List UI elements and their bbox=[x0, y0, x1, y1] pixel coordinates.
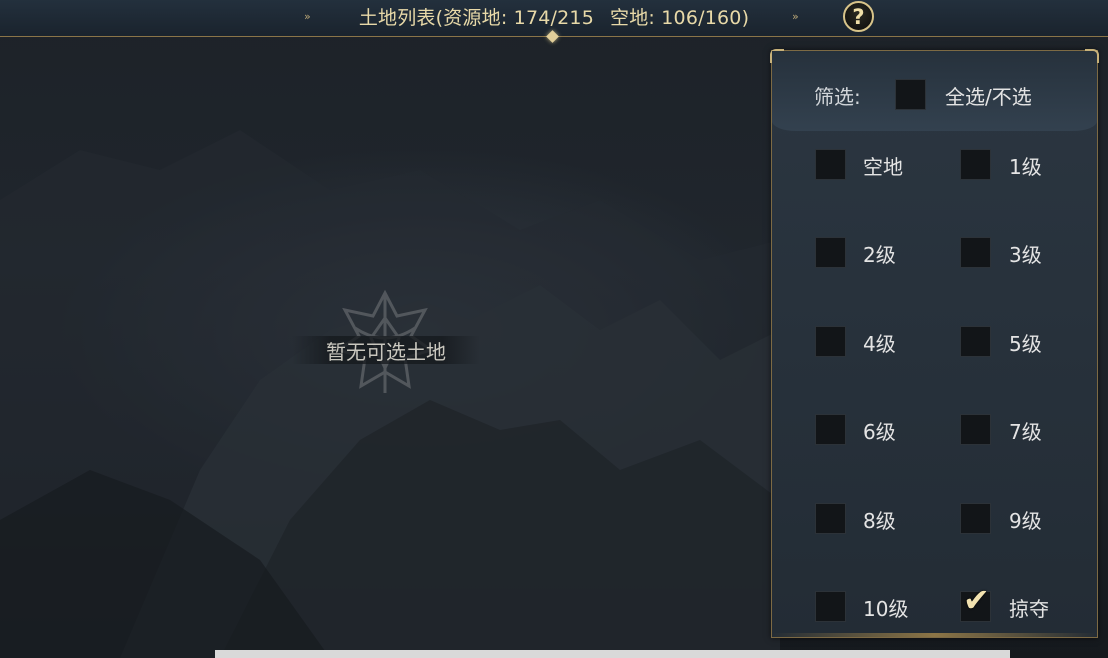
filter-option-label[interactable]: 8级 bbox=[863, 505, 896, 534]
title-resource-count: 土地列表(资源地: 174/215 bbox=[358, 7, 594, 29]
filter-option-checkbox[interactable]: ✔ bbox=[960, 584, 991, 622]
filter-option-label[interactable]: 1级 bbox=[1009, 151, 1042, 180]
filter-option-label[interactable]: 3级 bbox=[1009, 239, 1042, 268]
right-ornament-icon: » bbox=[792, 10, 799, 23]
filter-option-checkbox[interactable] bbox=[960, 237, 991, 268]
filter-option-label[interactable]: 空地 bbox=[863, 151, 903, 180]
filter-option-checkbox[interactable] bbox=[815, 591, 846, 622]
filter-option-label[interactable]: 7级 bbox=[1009, 416, 1042, 445]
filter-option-checkbox[interactable] bbox=[960, 503, 991, 534]
filter-option-checkbox[interactable] bbox=[960, 326, 991, 357]
land-list-screen: » 土地列表(资源地: 174/215 空地: 106/160) » ? 暂无可… bbox=[0, 0, 1108, 658]
title-empty-land-count: 空地: 106/160) bbox=[610, 7, 750, 29]
filter-option-checkbox[interactable] bbox=[960, 414, 991, 445]
filter-option-checkbox[interactable] bbox=[815, 149, 846, 180]
filter-option-checkbox[interactable] bbox=[960, 149, 991, 180]
help-button[interactable]: ? bbox=[843, 1, 874, 32]
filter-option-checkbox[interactable] bbox=[815, 326, 846, 357]
filter-option-label[interactable]: 9级 bbox=[1009, 505, 1042, 534]
checkmark-icon: ✔ bbox=[963, 581, 990, 619]
filter-option-label[interactable]: 6级 bbox=[863, 416, 896, 445]
filter-option-checkbox[interactable] bbox=[815, 237, 846, 268]
filter-option-checkbox[interactable] bbox=[815, 414, 846, 445]
panel-bottom-ornament bbox=[772, 633, 1097, 637]
filter-option-label[interactable]: 10级 bbox=[863, 593, 908, 622]
filter-option-label[interactable]: 4级 bbox=[863, 328, 896, 357]
filter-option-label[interactable]: 掠夺 bbox=[1009, 593, 1049, 622]
filter-option-label[interactable]: 5级 bbox=[1009, 328, 1042, 357]
select-all-label[interactable]: 全选/不选 bbox=[945, 81, 1032, 110]
select-all-checkbox[interactable] bbox=[895, 79, 926, 110]
empty-message: 暂无可选土地 bbox=[326, 339, 446, 364]
page-title: 土地列表(资源地: 174/215 空地: 106/160) bbox=[0, 0, 1108, 33]
filter-option-checkbox[interactable] bbox=[815, 503, 846, 534]
filter-option-label[interactable]: 2级 bbox=[863, 239, 896, 268]
filter-panel: 筛选: 全选/不选 空地 1级 2级 3级 4级 5级 6级 7级 8级 9级 10级 ✔ 掠夺 bbox=[770, 49, 1099, 638]
bottom-edge-strip bbox=[215, 650, 1010, 658]
question-mark-icon: ? bbox=[852, 4, 865, 29]
filter-label: 筛选: bbox=[814, 85, 861, 109]
